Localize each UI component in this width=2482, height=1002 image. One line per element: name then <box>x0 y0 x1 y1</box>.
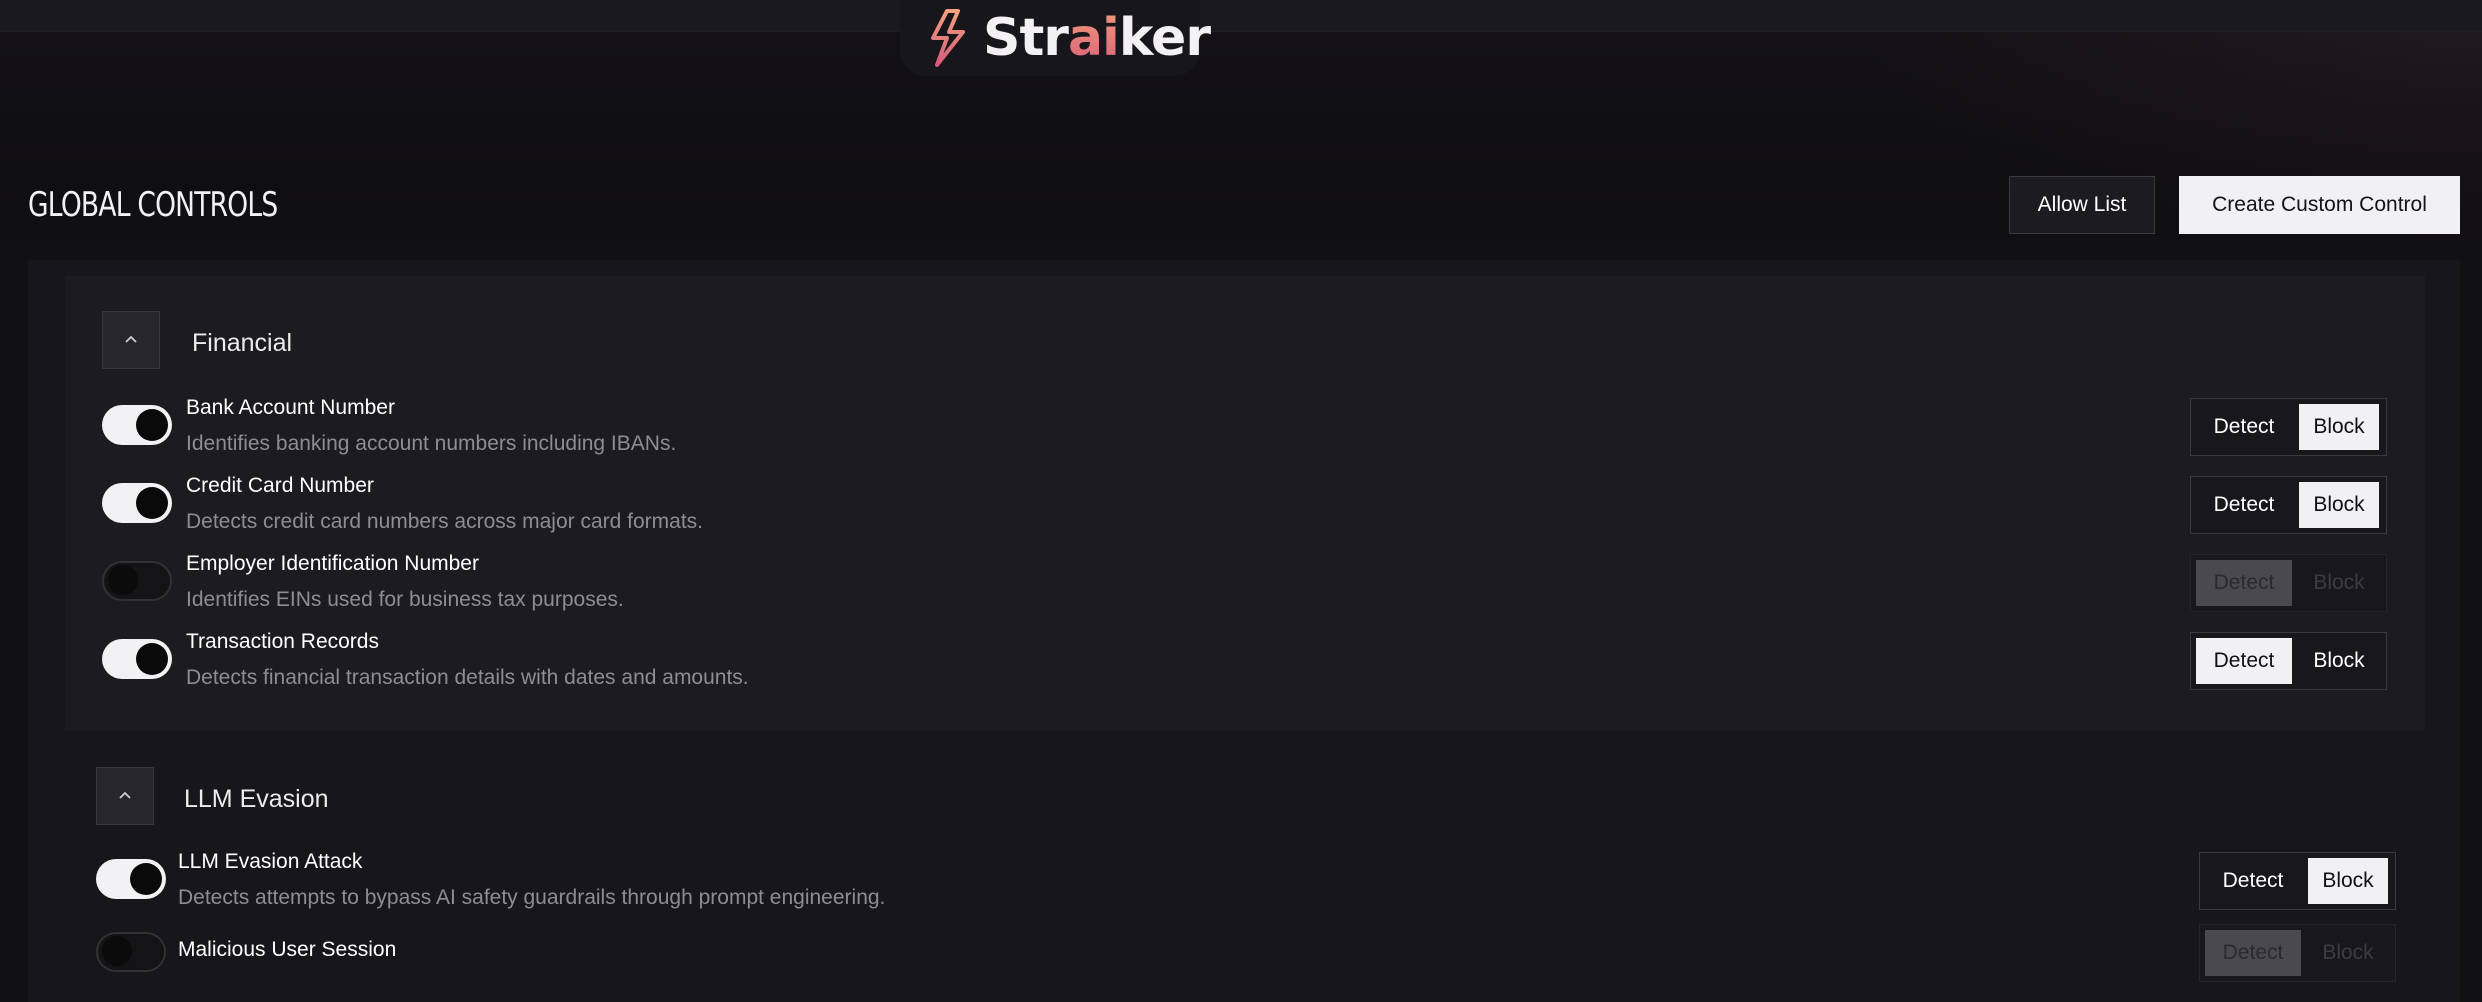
toggle-employer-identification-number[interactable] <box>102 561 172 601</box>
collapse-financial-button[interactable] <box>102 311 160 369</box>
toggle-knob <box>108 565 138 595</box>
mode-selector-llm-evasion-attack: Detect Block <box>2199 852 2396 910</box>
control-title: Employer Identification Number <box>186 552 479 575</box>
app-root: Straiker GLOBAL CONTROLS Allow List Crea… <box>0 0 2482 1002</box>
mode-selector-credit-card-number: Detect Block <box>2190 476 2387 534</box>
toggle-llm-evasion-attack[interactable] <box>96 859 166 899</box>
brand-logo[interactable]: Straiker <box>925 4 1211 72</box>
control-description: Identifies EINs used for business tax pu… <box>186 588 624 611</box>
block-option[interactable]: Block <box>2308 930 2388 976</box>
lightning-bolt-icon <box>925 8 969 68</box>
detect-option[interactable]: Detect <box>2196 638 2292 684</box>
detect-option[interactable]: Detect <box>2196 560 2292 606</box>
detect-option[interactable]: Detect <box>2205 858 2301 904</box>
block-option[interactable]: Block <box>2299 638 2379 684</box>
control-title: Transaction Records <box>186 630 379 653</box>
create-custom-control-button[interactable]: Create Custom Control <box>2179 176 2460 234</box>
mode-selector-employer-identification-number: Detect Block <box>2190 554 2387 612</box>
control-title: Bank Account Number <box>186 396 395 419</box>
chevron-up-icon <box>117 787 133 805</box>
detect-option[interactable]: Detect <box>2196 404 2292 450</box>
top-bar <box>0 0 2482 32</box>
toggle-credit-card-number[interactable] <box>102 483 172 523</box>
control-description: Detects credit card numbers across major… <box>186 510 704 533</box>
toggle-knob <box>136 487 168 519</box>
toggle-malicious-user-session[interactable] <box>96 932 166 972</box>
mode-selector-bank-account-number: Detect Block <box>2190 398 2387 456</box>
allow-list-button[interactable]: Allow List <box>2009 176 2155 234</box>
toggle-knob <box>136 643 168 675</box>
toggle-knob <box>130 863 162 895</box>
mode-selector-transaction-records: Detect Block <box>2190 632 2387 690</box>
control-description: Detects financial transaction details wi… <box>186 666 749 689</box>
group-financial <box>65 276 2425 731</box>
toggle-transaction-records[interactable] <box>102 639 172 679</box>
group-title-financial: Financial <box>192 329 293 357</box>
group-title-llm-evasion: LLM Evasion <box>184 785 329 813</box>
brand-name: Straiker <box>983 8 1211 68</box>
group-llm-evasion <box>65 748 2425 1002</box>
mode-selector-malicious-user-session: Detect Block <box>2199 924 2396 982</box>
control-title: LLM Evasion Attack <box>178 850 363 873</box>
control-title: Credit Card Number <box>186 474 374 497</box>
detect-option[interactable]: Detect <box>2205 930 2301 976</box>
control-description: Identifies banking account numbers inclu… <box>186 432 677 455</box>
toggle-knob <box>136 409 168 441</box>
block-option[interactable]: Block <box>2308 858 2388 904</box>
toggle-bank-account-number[interactable] <box>102 405 172 445</box>
collapse-llm-evasion-button[interactable] <box>96 767 154 825</box>
page-title: GLOBAL CONTROLS <box>28 185 278 225</box>
toggle-knob <box>102 936 132 966</box>
block-option[interactable]: Block <box>2299 482 2379 528</box>
block-option[interactable]: Block <box>2299 560 2379 606</box>
block-option[interactable]: Block <box>2299 404 2379 450</box>
detect-option[interactable]: Detect <box>2196 482 2292 528</box>
control-description: Detects attempts to bypass AI safety gua… <box>178 886 886 909</box>
control-title: Malicious User Session <box>178 938 397 961</box>
chevron-up-icon <box>123 331 139 349</box>
